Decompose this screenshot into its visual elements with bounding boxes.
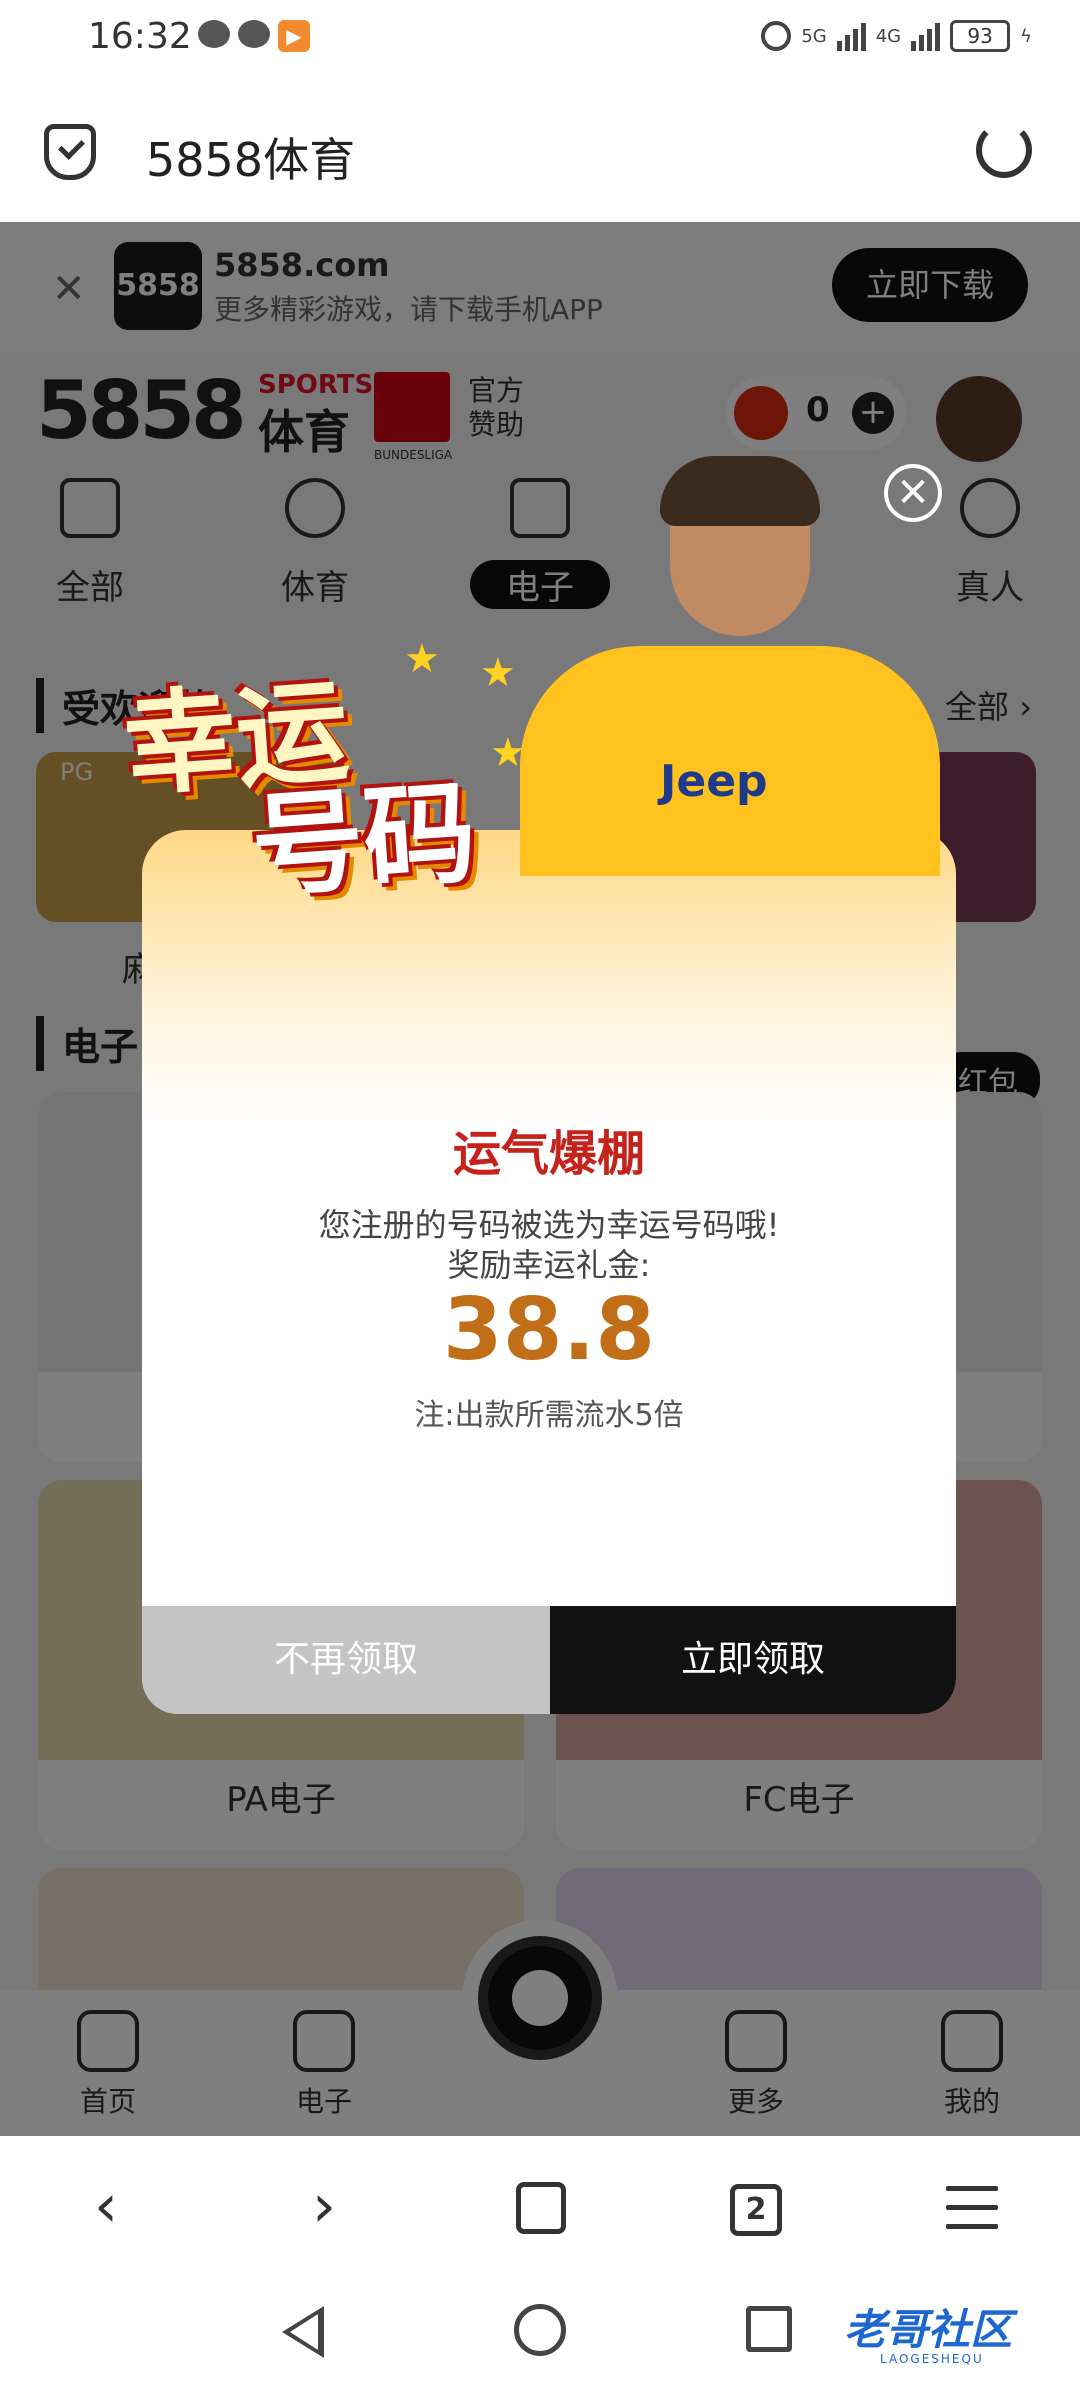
security-shield-icon[interactable] <box>44 124 96 180</box>
decline-button[interactable]: 不再领取 <box>142 1606 550 1714</box>
chat-icon <box>238 20 270 48</box>
alarm-icon <box>761 21 792 51</box>
video-app-icon: ▶ <box>278 20 310 52</box>
signal-icon <box>911 21 941 51</box>
watermark-subtext: LAOGESHEQU <box>880 2352 984 2366</box>
reload-icon[interactable] <box>976 122 1032 178</box>
status-bar: 16:32 ▶ 5G 4G 93 ϟ <box>0 0 1080 80</box>
jersey-sponsor-text: Jeep <box>660 756 768 807</box>
back-icon[interactable]: ‹ <box>66 2166 146 2246</box>
page-title[interactable]: 5858体育 <box>146 124 355 190</box>
charging-icon: ϟ <box>1020 25 1032 47</box>
modal-note: 注:出款所需流水5倍 <box>414 1398 684 1433</box>
system-home-icon[interactable] <box>514 2304 566 2356</box>
star-icon: ★ <box>480 650 516 696</box>
modal-heading: 运气爆棚 <box>452 1126 645 1182</box>
close-icon[interactable]: ✕ <box>884 464 942 522</box>
browser-toolbar: ‹ › 2 <box>0 2136 1080 2276</box>
claim-button[interactable]: 立即领取 <box>550 1606 956 1714</box>
watermark-logo: 老哥社区 <box>844 2305 1013 2354</box>
menu-icon[interactable] <box>946 2186 998 2243</box>
system-status-icons: 5G 4G 93 ϟ <box>761 20 1032 52</box>
network-4g-label: 4G <box>875 25 902 47</box>
star-icon: ★ <box>490 730 526 776</box>
battery-icon: 93 <box>950 20 1011 52</box>
status-time: 16:32 <box>88 16 192 57</box>
reward-amount: 38.8 <box>442 1280 656 1380</box>
signal-icon <box>836 21 866 51</box>
lucky-number-title: 幸运 号码 <box>120 666 480 914</box>
system-recents-icon[interactable] <box>746 2306 792 2352</box>
message-icon <box>198 20 230 48</box>
player-illustration: Jeep <box>520 456 940 876</box>
browser-address-bar: 5858体育 <box>0 80 1080 222</box>
home-icon[interactable] <box>516 2182 566 2234</box>
lucky-number-modal: 运气爆棚 您注册的号码被选为幸运号码哦! 奖励幸运礼金: 38.8 注:出款所需… <box>142 830 956 1714</box>
forward-icon[interactable]: › <box>284 2166 364 2246</box>
tabs-button[interactable]: 2 <box>730 2184 782 2236</box>
notification-icons: ▶ <box>198 20 310 52</box>
system-nav-bar: 老哥社区 LAOGESHEQU <box>0 2276 1080 2400</box>
system-back-icon[interactable] <box>282 2306 324 2358</box>
network-5g-label: 5G <box>801 25 827 47</box>
player-hair <box>660 456 820 526</box>
